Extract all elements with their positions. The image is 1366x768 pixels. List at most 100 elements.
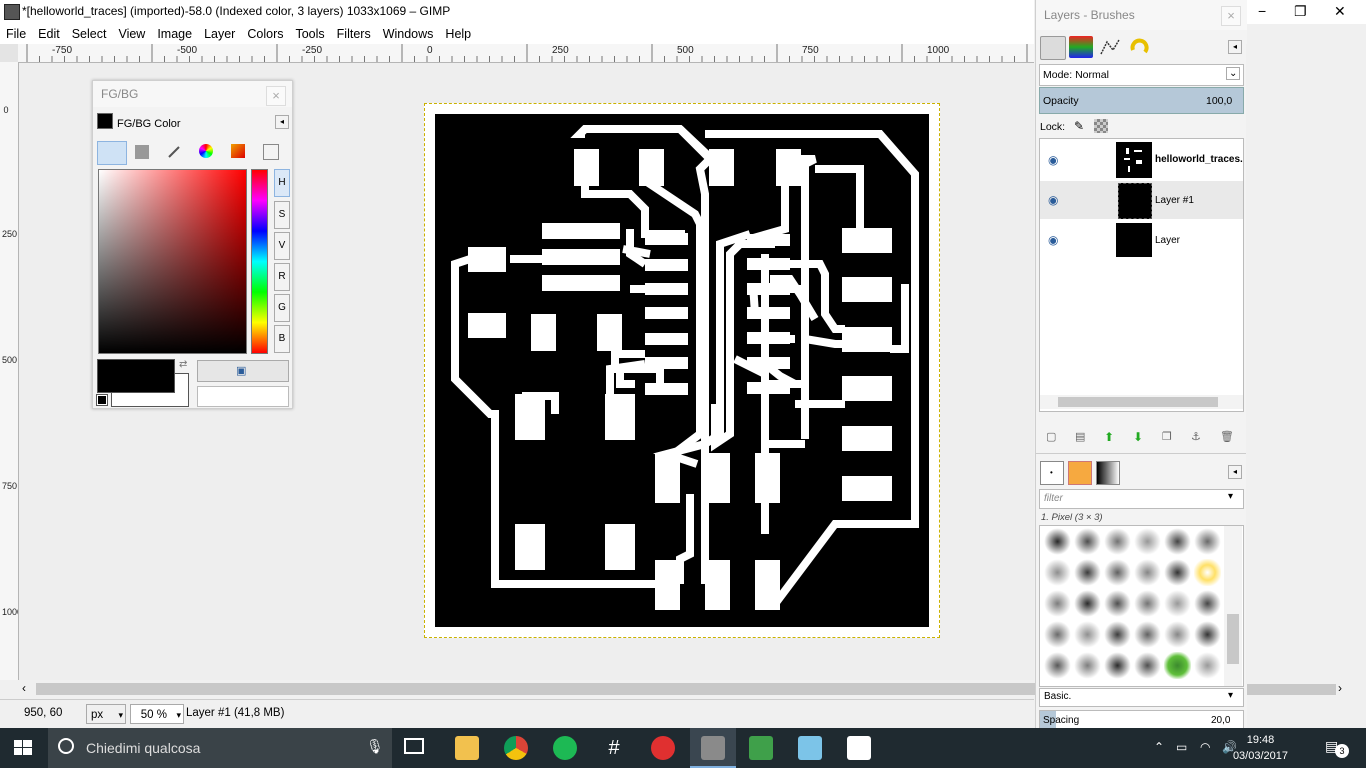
scroll-thumb[interactable] [1227, 614, 1239, 664]
eye-icon[interactable]: ◉ [1048, 193, 1058, 207]
eye-icon[interactable]: ◉ [1048, 233, 1058, 247]
brush-preview[interactable] [1104, 652, 1131, 679]
scroll-left-icon[interactable]: ‹ [22, 681, 26, 695]
channel-v-button[interactable]: V [274, 232, 290, 260]
eye-icon[interactable]: ◉ [1048, 153, 1058, 167]
brush-filter-input[interactable]: filter ▾ [1039, 489, 1244, 509]
brush-preview[interactable] [1044, 559, 1071, 586]
close-icon[interactable]: × [266, 86, 286, 106]
brush-preview[interactable] [1194, 559, 1221, 586]
undo-history-tab-icon[interactable] [1127, 36, 1151, 58]
pcb-traces-image[interactable] [435, 114, 929, 627]
cortana-search-box[interactable]: Chiedimi qualcosa 🎙 [48, 728, 392, 768]
layer-name[interactable]: Layer [1155, 235, 1180, 246]
brush-preview[interactable] [1164, 621, 1191, 648]
brush-preview[interactable] [1194, 621, 1221, 648]
layer-name[interactable]: Layer #1 [1155, 195, 1194, 206]
menu-help[interactable]: Help [439, 24, 477, 44]
menu-edit[interactable]: Edit [32, 24, 66, 44]
brushes-grid[interactable] [1039, 525, 1244, 687]
channel-h-button[interactable]: H [274, 169, 290, 197]
fg-bg-tab-label[interactable]: FG/BG Color [117, 118, 181, 130]
brush-preview[interactable] [1134, 559, 1161, 586]
opacity-slider[interactable]: Opacity 100,0 [1039, 87, 1244, 114]
brush-scrollbar[interactable] [1224, 526, 1242, 686]
layer-row[interactable]: ◉ Layer [1040, 221, 1243, 259]
brush-preview[interactable] [1104, 621, 1131, 648]
minimize-button[interactable]: − [1258, 3, 1266, 19]
default-colors-icon[interactable] [96, 394, 108, 406]
brush-preset-dropdown[interactable]: Basic. ▾ [1039, 688, 1244, 707]
mode-dropdown[interactable]: Mode: Normal ⌄ [1039, 64, 1244, 86]
menu-image[interactable]: Image [151, 24, 198, 44]
brush-preview[interactable] [1044, 528, 1071, 555]
printer-selector-icon[interactable] [135, 145, 149, 159]
layers-hscrollbar[interactable] [1040, 395, 1243, 409]
slack-icon[interactable]: # [602, 736, 626, 760]
wifi-icon[interactable]: ◠ [1200, 740, 1210, 754]
action-center-button[interactable]: ▤ 3 [1325, 738, 1349, 758]
task-view-icon[interactable] [404, 738, 424, 754]
menu-windows[interactable]: Windows [377, 24, 440, 44]
brush-preview[interactable] [1074, 652, 1101, 679]
palette-selector-icon[interactable] [231, 144, 245, 158]
brush-preview[interactable] [1164, 528, 1191, 555]
menu-colors[interactable]: Colors [241, 24, 289, 44]
brush-preview[interactable] [1194, 528, 1221, 555]
channel-r-button[interactable]: R [274, 263, 290, 291]
brush-preview[interactable] [1074, 621, 1101, 648]
scroll-thumb[interactable] [1058, 397, 1218, 407]
tab-menu-icon[interactable]: ◂ [275, 115, 289, 129]
swap-colors-icon[interactable]: ⇄ [179, 359, 187, 370]
menu-file[interactable]: File [0, 24, 32, 44]
brush-preview[interactable] [1074, 559, 1101, 586]
vertical-ruler[interactable]: 0 250 500 750 1000 [0, 62, 19, 680]
menu-layer[interactable]: Layer [198, 24, 241, 44]
zoom-field[interactable]: 50 % ▾ [130, 704, 184, 724]
delete-layer-icon[interactable]: 🗑 [1220, 430, 1234, 443]
brush-preview[interactable] [1134, 621, 1161, 648]
brush-preview[interactable] [1104, 590, 1131, 617]
layer-row[interactable]: ◉ Layer #1 [1040, 181, 1243, 219]
lock-pixels-icon[interactable]: ✎ [1074, 119, 1084, 133]
layer-name[interactable]: helloworld_traces. [1155, 154, 1243, 165]
app-red-icon[interactable] [651, 736, 675, 760]
brush-preview[interactable] [1044, 652, 1071, 679]
chevron-down-icon[interactable]: ▾ [176, 705, 181, 725]
spotify-icon[interactable] [553, 736, 577, 760]
brush-preview[interactable] [1164, 590, 1191, 617]
chrome-icon[interactable] [504, 736, 528, 760]
app-blue-icon[interactable] [798, 736, 822, 760]
color-picker-button[interactable]: ▣ [197, 360, 289, 382]
anchor-layer-icon[interactable]: ⚓ [1191, 430, 1201, 443]
scales-selector-icon[interactable] [263, 144, 279, 160]
menu-filters[interactable]: Filters [331, 24, 377, 44]
duplicate-layer-icon[interactable]: ❐ [1162, 430, 1172, 443]
saturation-value-area[interactable] [98, 169, 247, 354]
photos-icon[interactable] [847, 736, 871, 760]
brush-preview[interactable] [1164, 559, 1191, 586]
menu-tools[interactable]: Tools [289, 24, 330, 44]
close-icon[interactable]: × [1221, 6, 1241, 26]
menu-view[interactable]: View [112, 24, 151, 44]
brush-preview[interactable] [1194, 590, 1221, 617]
clock[interactable]: 19:48 03/03/2017 [1233, 732, 1288, 764]
unit-dropdown[interactable]: px ▾ [86, 704, 126, 724]
hue-strip[interactable] [251, 169, 268, 354]
lock-alpha-icon[interactable] [1094, 119, 1108, 133]
brush-preview[interactable] [1104, 528, 1131, 555]
chevron-up-icon[interactable]: ⌃ [1154, 740, 1164, 754]
channel-g-button[interactable]: G [274, 294, 290, 322]
windows-start-icon[interactable] [14, 740, 32, 756]
channel-s-button[interactable]: S [274, 201, 290, 229]
brush-preview[interactable] [1164, 652, 1191, 679]
gradients-tab-icon[interactable] [1096, 461, 1120, 485]
brush-preview[interactable] [1074, 590, 1101, 617]
menu-select[interactable]: Select [66, 24, 113, 44]
brush-preview[interactable] [1074, 528, 1101, 555]
paths-tab-icon[interactable] [1098, 36, 1122, 58]
evernote-icon[interactable] [749, 736, 773, 760]
brush-preview[interactable] [1134, 652, 1161, 679]
spacing-slider[interactable]: Spacing 20,0 [1039, 710, 1244, 730]
battery-icon[interactable]: ▭ [1176, 740, 1187, 754]
